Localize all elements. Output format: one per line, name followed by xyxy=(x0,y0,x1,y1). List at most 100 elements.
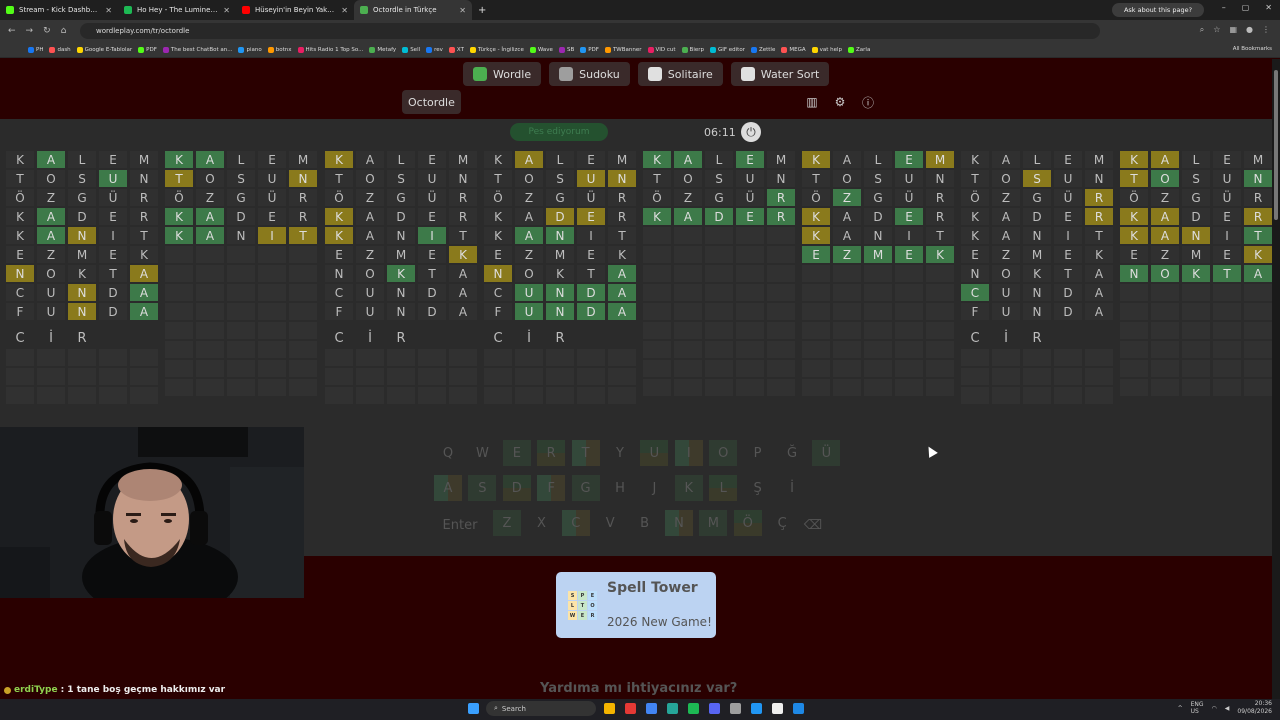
browser-tab[interactable]: Ho Hey - The Lumineers ✕ xyxy=(118,0,236,20)
key-M[interactable]: M xyxy=(699,510,728,536)
key-R[interactable]: R xyxy=(537,440,566,466)
chrome-icon[interactable] xyxy=(646,703,657,714)
tab-close-icon[interactable]: ✕ xyxy=(223,6,230,15)
bookmark-item[interactable]: botnx xyxy=(267,46,292,53)
key-T[interactable]: T xyxy=(571,440,600,466)
key-Z[interactable]: Z xyxy=(493,510,521,536)
key-Ö[interactable]: Ö xyxy=(733,510,762,536)
bookmark-item[interactable]: PDF xyxy=(580,46,599,53)
bookmark-item[interactable]: dash xyxy=(49,46,71,53)
info-icon[interactable]: ⓘ xyxy=(858,92,878,112)
tab-close-icon[interactable]: ✕ xyxy=(459,6,466,15)
bookmark-item[interactable]: Türkçe - İngilizce xyxy=(469,46,524,53)
home-icon[interactable]: ⌂ xyxy=(61,26,67,36)
key-L[interactable]: L xyxy=(709,475,738,501)
key-N[interactable]: N xyxy=(665,510,693,536)
key-D[interactable]: D xyxy=(502,475,531,501)
browser-tab[interactable]: Octordle in Türkçe ✕ xyxy=(354,0,472,20)
key-S[interactable]: S xyxy=(468,475,497,501)
chevron-up-icon[interactable]: ^ xyxy=(1178,705,1183,712)
bookmark-item[interactable]: The best ChatBot an... xyxy=(162,46,232,53)
game-nav-sudoku[interactable]: Sudoku xyxy=(549,62,630,86)
zoom-icon[interactable]: ⌕ xyxy=(1200,25,1204,35)
octordle-mode-button[interactable]: Octordle xyxy=(402,90,461,114)
volume-icon[interactable]: ◀ xyxy=(1225,705,1230,712)
key-J[interactable]: J xyxy=(640,475,668,501)
scrollbar-thumb[interactable] xyxy=(1274,70,1278,220)
key-Ç[interactable]: Ç xyxy=(768,510,796,536)
key-İ[interactable]: İ xyxy=(778,475,806,501)
key-E[interactable]: E xyxy=(502,440,531,466)
file-explorer-icon[interactable] xyxy=(604,703,615,714)
bookmark-item[interactable]: piano xyxy=(238,46,262,53)
key-B[interactable]: B xyxy=(631,510,659,536)
key-K[interactable]: K xyxy=(674,475,703,501)
give-up-button[interactable]: Pes ediyorum xyxy=(510,123,608,141)
key-V[interactable]: V xyxy=(596,510,624,536)
bookmark-item[interactable]: XT xyxy=(448,46,464,53)
key-U[interactable]: U xyxy=(640,440,669,466)
bookmark-item[interactable]: Google E-Tablolar xyxy=(76,46,132,53)
all-bookmarks-button[interactable]: All Bookmarks xyxy=(1233,46,1272,52)
enter-key[interactable]: Enter xyxy=(438,512,482,538)
browser-tab[interactable]: Stream - Kick Dashboard ✕ xyxy=(0,0,118,20)
taskbar-search[interactable]: ⌕ Search xyxy=(486,701,596,716)
key-P[interactable]: P xyxy=(744,440,772,466)
key-Ş[interactable]: Ş xyxy=(744,475,772,501)
discord-icon[interactable] xyxy=(709,703,720,714)
app-icon[interactable] xyxy=(772,703,783,714)
language-indicator[interactable]: ENG US xyxy=(1191,701,1204,715)
key-I[interactable]: I xyxy=(674,440,703,466)
bookmark-item[interactable]: Wave xyxy=(529,46,553,53)
wifi-icon[interactable]: ◠ xyxy=(1212,705,1217,712)
bookmark-item[interactable]: PH xyxy=(28,46,43,53)
chat-username[interactable]: erdiType xyxy=(14,685,58,695)
new-tab-icon[interactable]: + xyxy=(472,5,492,16)
browser-tab[interactable]: Hüseyin'in Beyin Yakan Sorusu! B ✕ xyxy=(236,0,354,20)
close-icon[interactable]: ✕ xyxy=(1265,3,1272,12)
bookmark-item[interactable]: PDF xyxy=(138,46,157,53)
key-Ğ[interactable]: Ğ xyxy=(778,440,806,466)
url-field[interactable]: wordleplay.com/tr/octordle xyxy=(80,23,1100,39)
windows-start-icon[interactable] xyxy=(468,703,479,714)
key-O[interactable]: O xyxy=(709,440,738,466)
bookmark-item[interactable]: rev xyxy=(426,46,443,53)
bookmark-item[interactable]: Hits Radio 1 Top So... xyxy=(297,46,363,53)
profile-icon[interactable]: ● xyxy=(1246,25,1253,35)
game-nav-water-sort[interactable]: Water Sort xyxy=(730,62,830,86)
bookmark-item[interactable]: VID cut xyxy=(647,46,676,53)
spell-tower-promo[interactable]: SPELTOWER Spell Tower 2026 New Game! xyxy=(556,572,716,638)
bookmark-star-icon[interactable]: ☆ xyxy=(1213,25,1220,35)
bookmark-item[interactable]: Zettle xyxy=(750,46,775,53)
maximize-icon[interactable]: ▢ xyxy=(1242,3,1250,12)
key-F[interactable]: F xyxy=(537,475,566,501)
bookmark-item[interactable]: vat help xyxy=(811,46,842,53)
bookmark-item[interactable]: Sell xyxy=(402,46,420,53)
bookmark-item[interactable]: SB xyxy=(558,46,574,53)
tab-close-icon[interactable]: ✕ xyxy=(341,6,348,15)
back-icon[interactable]: ← xyxy=(8,26,16,36)
bookmark-item[interactable]: Metafy xyxy=(369,46,396,53)
app-icon[interactable] xyxy=(751,703,762,714)
key-Ü[interactable]: Ü xyxy=(812,440,841,466)
key-G[interactable]: G xyxy=(571,475,600,501)
steam-icon[interactable] xyxy=(793,703,804,714)
menu-icon[interactable]: ⋮ xyxy=(1262,25,1270,35)
ask-about-page-button[interactable]: Ask about this page? xyxy=(1112,3,1204,17)
game-nav-wordle[interactable]: Wordle xyxy=(463,62,542,86)
extension-icon[interactable]: ▦ xyxy=(1229,25,1237,35)
bookmark-item[interactable]: Bierp xyxy=(681,46,704,53)
chart-icon[interactable]: ▥ xyxy=(802,92,822,112)
key-X[interactable]: X xyxy=(527,510,555,536)
backspace-key-icon[interactable]: ⌫ xyxy=(800,512,826,538)
forward-icon[interactable]: → xyxy=(26,26,34,36)
key-C[interactable]: C xyxy=(561,510,590,536)
key-Y[interactable]: Y xyxy=(606,440,634,466)
bookmark-item[interactable]: MEGA xyxy=(781,46,806,53)
tab-close-icon[interactable]: ✕ xyxy=(105,6,112,15)
minimize-icon[interactable]: – xyxy=(1222,3,1226,12)
reload-icon[interactable]: ↻ xyxy=(43,26,51,36)
bookmark-item[interactable]: GIF editor xyxy=(709,46,745,53)
bookmark-item[interactable]: Zarla xyxy=(848,46,870,53)
key-W[interactable]: W xyxy=(468,440,496,466)
